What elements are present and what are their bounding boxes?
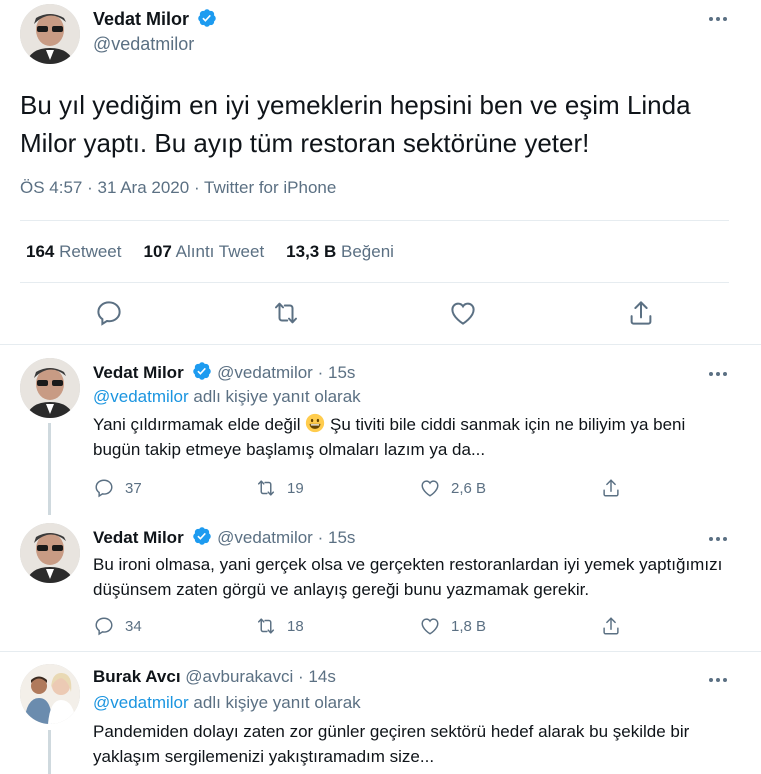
reply-avatar[interactable]	[20, 523, 80, 583]
avatar-photo-icon	[20, 4, 80, 64]
quotes-count: 107	[143, 242, 172, 261]
likes-count: 13,3 B	[286, 242, 337, 261]
verified-badge-icon	[193, 527, 212, 545]
retweet-icon	[257, 618, 275, 634]
retweet-button[interactable]: 19	[255, 477, 304, 499]
reply-time[interactable]: 15s	[328, 363, 355, 382]
reply-tweet[interactable]: Vedat Milor @vedatmilor · 15s @vedatmilo…	[0, 345, 761, 515]
like-count: 1,8 B	[451, 617, 487, 635]
divider	[20, 282, 729, 283]
reply-actions: 34 18 1,8 B	[93, 615, 653, 639]
reply-text-part: Yani çıldırmamak elde değil	[93, 415, 306, 434]
quotes-stat[interactable]: 107 Alıntı Tweet	[143, 242, 264, 262]
reply-text: Bu ironi olmasa, yani gerçek olsa ve ger…	[93, 555, 723, 599]
reply-time[interactable]: 14s	[308, 667, 335, 686]
share-button[interactable]	[600, 615, 622, 637]
meta-separator: ·	[87, 178, 93, 197]
tweet-meta: ÖS 4:57 · 31 Ara 2020 · Twitter for iPho…	[20, 178, 336, 198]
replying-to: @vedatmilor adlı kişiye yanıt olarak	[93, 387, 361, 407]
mention-link[interactable]: @vedatmilor	[93, 387, 189, 406]
author-name[interactable]: Vedat Milor	[93, 9, 189, 29]
retweets-count: 164	[26, 242, 55, 261]
reply-count: 37	[125, 479, 142, 497]
replying-to-suffix: adlı kişiye yanıt olarak	[193, 387, 361, 406]
reply-button[interactable]: 37	[93, 477, 142, 499]
avatar-photo-icon	[20, 664, 80, 724]
retweet-count: 19	[287, 479, 304, 497]
more-options-icon[interactable]	[706, 12, 730, 26]
tweet-text: Bu yıl yediğim en iyi yemeklerin hepsini…	[20, 90, 691, 158]
verified-badge-icon	[193, 362, 212, 380]
reply-time[interactable]: 15s	[328, 528, 355, 547]
reply-text: Yani çıldırmamak elde değil Şu tiviti bi…	[93, 412, 733, 462]
retweet-button[interactable]: 18	[255, 615, 304, 637]
share-icon	[603, 617, 619, 635]
retweets-stat[interactable]: 164 Retweet	[26, 242, 121, 262]
share-icon	[603, 479, 619, 497]
retweets-label: Retweet	[59, 242, 122, 261]
quotes-label: Alıntı Tweet	[175, 242, 265, 261]
header-separator: ·	[317, 528, 324, 547]
author-avatar[interactable]	[20, 4, 80, 64]
reply-author-handle[interactable]: @vedatmilor	[217, 363, 313, 382]
reply-icon	[95, 617, 113, 636]
share-button[interactable]	[600, 477, 622, 499]
retweet-count: 18	[287, 617, 304, 635]
reply-author-handle[interactable]: @vedatmilor	[217, 528, 313, 547]
reply-avatar[interactable]	[20, 664, 80, 724]
tweet-time[interactable]: ÖS 4:57	[20, 178, 82, 197]
reply-header: Vedat Milor @vedatmilor · 15s	[93, 361, 355, 383]
reply-text: Pandemiden dolayı zaten zor günler geçir…	[93, 722, 690, 766]
header-separator: ·	[298, 667, 304, 686]
like-icon	[421, 480, 439, 497]
header-separator: ·	[317, 363, 324, 382]
verified-badge-icon	[198, 9, 217, 27]
replying-to-suffix: adlı kişiye yanıt olarak	[193, 693, 361, 712]
reply-author-name[interactable]: Burak Avcı	[93, 667, 181, 686]
likes-stat[interactable]: 13,3 B Beğeni	[286, 242, 394, 262]
reply-tweet[interactable]: Burak Avcı @avburakavci · 14s @vedatmilo…	[0, 652, 761, 774]
reply-author-name[interactable]: Vedat Milor	[93, 363, 184, 382]
retweet-icon[interactable]	[271, 298, 301, 328]
like-icon[interactable]	[448, 298, 478, 328]
tweet-date[interactable]: 31 Ara 2020	[98, 178, 190, 197]
like-button[interactable]: 1,8 B	[419, 615, 486, 637]
avatar-photo-icon	[20, 358, 80, 418]
mention-link[interactable]: @vedatmilor	[93, 693, 189, 712]
more-options-icon[interactable]	[706, 673, 730, 687]
main-actions	[0, 298, 761, 330]
like-count: 2,6 B	[451, 479, 487, 497]
avatar-photo-icon	[20, 523, 80, 583]
more-options-icon[interactable]	[706, 532, 730, 546]
reply-author-name[interactable]: Vedat Milor	[93, 528, 184, 547]
reply-actions: 37 19 2,6 B	[93, 477, 653, 501]
share-icon[interactable]	[626, 298, 656, 328]
divider	[20, 220, 729, 221]
replying-to: @vedatmilor adlı kişiye yanıt olarak	[93, 693, 361, 713]
reply-button[interactable]: 34	[93, 615, 142, 637]
author-name-row[interactable]: Vedat Milor	[93, 8, 217, 30]
reply-icon	[95, 479, 113, 498]
more-options-icon[interactable]	[706, 367, 730, 381]
meta-separator: ·	[193, 178, 200, 197]
like-icon	[421, 618, 439, 635]
retweet-icon	[257, 480, 275, 496]
thread-line	[48, 730, 51, 774]
likes-label: Beğeni	[341, 242, 394, 261]
reply-header: Burak Avcı @avburakavci · 14s	[93, 667, 336, 687]
thread-line	[48, 423, 51, 515]
reply-icon[interactable]	[94, 298, 124, 328]
grinning-face-emoji-icon	[306, 413, 325, 433]
author-handle[interactable]: @vedatmilor	[93, 34, 194, 55]
reply-avatar[interactable]	[20, 358, 80, 418]
reply-author-handle[interactable]: @avburakavci	[185, 667, 293, 686]
reply-header: Vedat Milor @vedatmilor · 15s	[93, 526, 355, 548]
reply-count: 34	[125, 617, 142, 635]
like-button[interactable]: 2,6 B	[419, 477, 486, 499]
tweet-stats: 164 Retweet 107 Alıntı Tweet 13,3 B Beğe…	[26, 242, 394, 262]
tweet-source[interactable]: Twitter for iPhone	[204, 178, 336, 197]
reply-tweet[interactable]: Vedat Milor @vedatmilor · 15s Bu ironi o…	[0, 511, 761, 651]
